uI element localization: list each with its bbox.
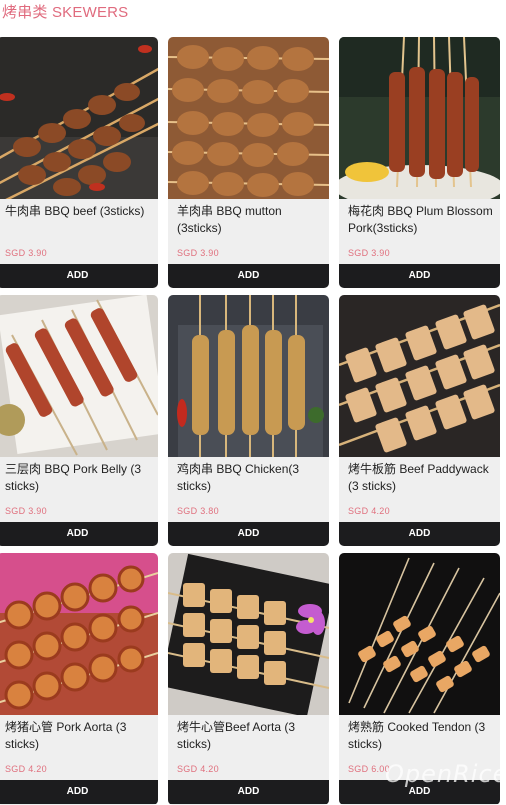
food-photo[interactable] — [339, 553, 500, 715]
item-price: SGD 4.20 — [177, 764, 219, 774]
add-button[interactable]: ADD — [339, 522, 500, 546]
item-name: 鸡肉串 BBQ Chicken(3 sticks) — [177, 462, 300, 493]
item-name: 梅花肉 BBQ Plum Blossom Pork(3sticks) — [348, 204, 493, 235]
add-button[interactable]: ADD — [339, 780, 500, 804]
item-name: 烤猪心管 Pork Aorta (3 sticks) — [5, 720, 127, 751]
food-photo[interactable] — [0, 553, 158, 715]
item-price: SGD 4.20 — [5, 764, 47, 774]
menu-item-card[interactable]: 烤牛心管Beef Aorta (3 sticks) SGD 4.20 ADD — [168, 553, 329, 805]
add-button[interactable]: ADD — [0, 522, 158, 546]
food-photo[interactable] — [168, 553, 329, 715]
food-photo[interactable] — [339, 37, 500, 199]
section-title: 烤串类 SKEWERS — [2, 4, 129, 21]
add-button[interactable]: ADD — [0, 264, 158, 288]
item-price: SGD 3.90 — [5, 506, 47, 516]
food-photo[interactable] — [168, 37, 329, 199]
menu-item-card[interactable]: 烤熟筋 Cooked Tendon (3 sticks) SGD 6.00 AD… — [339, 553, 500, 805]
menu-item-card[interactable]: 三层肉 BBQ Pork Belly (3 sticks) SGD 3.90 A… — [0, 295, 158, 546]
menu-item-card[interactable]: 羊肉串 BBQ mutton (3sticks) SGD 3.90 ADD — [168, 37, 329, 288]
item-price: SGD 3.90 — [348, 248, 390, 258]
add-button[interactable]: ADD — [168, 264, 329, 288]
item-price: SGD 3.90 — [177, 248, 219, 258]
menu-item-card[interactable]: 鸡肉串 BBQ Chicken(3 sticks) SGD 3.80 ADD — [168, 295, 329, 546]
food-photo[interactable] — [0, 295, 158, 457]
item-name: 烤熟筋 Cooked Tendon (3 sticks) — [348, 720, 486, 751]
food-photo[interactable] — [0, 37, 158, 199]
item-name: 羊肉串 BBQ mutton (3sticks) — [177, 204, 282, 235]
item-price: SGD 4.20 — [348, 506, 390, 516]
item-price: SGD 3.90 — [5, 248, 47, 258]
food-photo[interactable] — [339, 295, 500, 457]
menu-item-card[interactable]: 梅花肉 BBQ Plum Blossom Pork(3sticks) SGD 3… — [339, 37, 500, 288]
menu-item-card[interactable]: 烤猪心管 Pork Aorta (3 sticks) SGD 4.20 ADD — [0, 553, 158, 805]
menu-item-card[interactable]: 牛肉串 BBQ beef (3sticks) SGD 3.90 ADD — [0, 37, 158, 288]
add-button[interactable]: ADD — [0, 780, 158, 804]
item-name: 牛肉串 BBQ beef (3sticks) — [5, 204, 145, 218]
item-name: 三层肉 BBQ Pork Belly (3 sticks) — [5, 462, 142, 493]
menu-item-card[interactable]: 烤牛板筋 Beef Paddywack (3 sticks) SGD 4.20 … — [339, 295, 500, 546]
add-button[interactable]: ADD — [339, 264, 500, 288]
add-button[interactable]: ADD — [168, 780, 329, 804]
item-name: 烤牛心管Beef Aorta (3 sticks) — [177, 720, 296, 751]
item-price: SGD 6.00 — [348, 764, 390, 774]
item-price: SGD 3.80 — [177, 506, 219, 516]
item-name: 烤牛板筋 Beef Paddywack (3 sticks) — [348, 462, 489, 493]
add-button[interactable]: ADD — [168, 522, 329, 546]
food-photo[interactable] — [168, 295, 329, 457]
